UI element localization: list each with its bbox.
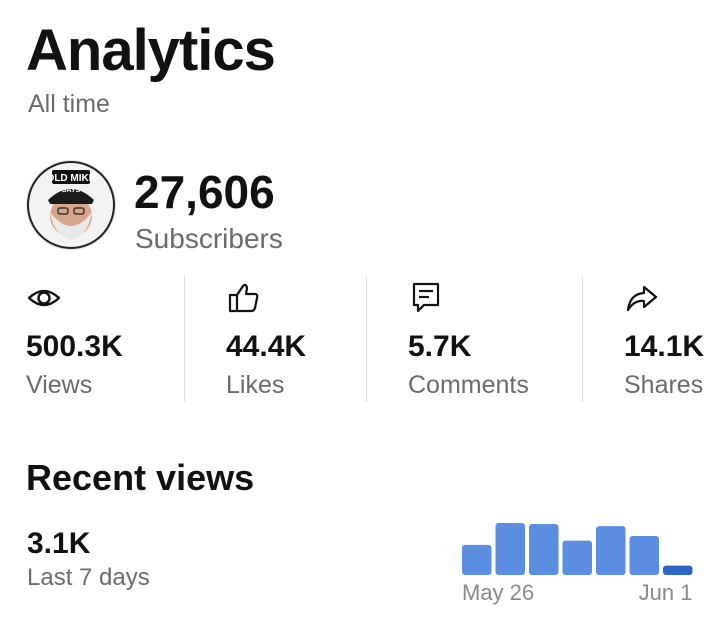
recent-views-value: 3.1K (27, 527, 91, 560)
avatar-logo-text: OLD MIKE (47, 173, 96, 184)
stats-row: 500.3K Views 44.4K Likes 5.7K Comments 1… (0, 276, 720, 404)
chart-tick-label: Jun 1 (639, 580, 693, 605)
stat-value: 44.4K (226, 330, 307, 363)
time-range-label[interactable]: All time (28, 88, 110, 120)
stat-shares[interactable]: 14.1K Shares (624, 276, 714, 404)
chart-bar (495, 523, 525, 575)
stat-label: Comments (408, 371, 529, 399)
stat-comments[interactable]: 5.7K Comments (408, 276, 568, 404)
chart-tick-label: May 26 (462, 580, 534, 605)
stat-label: Shares (624, 371, 704, 399)
thumbs-up-icon (226, 280, 262, 316)
recent-views-heading: Recent views (26, 457, 255, 498)
subscriber-count: 27,606 (134, 166, 275, 218)
stat-views[interactable]: 500.3K Views (26, 276, 176, 404)
subscriber-label: Subscribers (135, 223, 283, 254)
chart-bar (462, 544, 492, 575)
chart-bar (596, 526, 626, 575)
eye-icon (26, 280, 62, 316)
page-title: Analytics (26, 18, 276, 83)
channel-avatar[interactable]: OLD MIKE SAYS (26, 160, 116, 250)
analytics-page: Analytics All time OLD MIKE SAYS 27,606 … (0, 0, 720, 618)
chart-bar (663, 565, 693, 575)
stat-divider (184, 276, 185, 402)
channel-summary: OLD MIKE SAYS 27,606 Subscribers (26, 160, 526, 260)
recent-views-period: Last 7 days (27, 564, 150, 591)
stat-value: 5.7K (408, 330, 472, 363)
chart-bar (562, 540, 592, 575)
stat-label: Views (26, 371, 93, 399)
stat-label: Likes (226, 371, 285, 399)
chart-bar (629, 536, 659, 575)
recent-views-chart[interactable]: May 26 Jun 1 (462, 516, 696, 608)
stat-divider (582, 276, 583, 402)
comment-icon (408, 280, 444, 316)
chart-bar (529, 524, 559, 575)
avatar-logo-subtext: SAYS (62, 187, 81, 194)
stat-likes[interactable]: 44.4K Likes (226, 276, 356, 404)
stat-value: 500.3K (26, 330, 123, 363)
stat-value: 14.1K (624, 330, 705, 363)
share-icon (624, 280, 660, 316)
stat-divider (366, 276, 367, 402)
